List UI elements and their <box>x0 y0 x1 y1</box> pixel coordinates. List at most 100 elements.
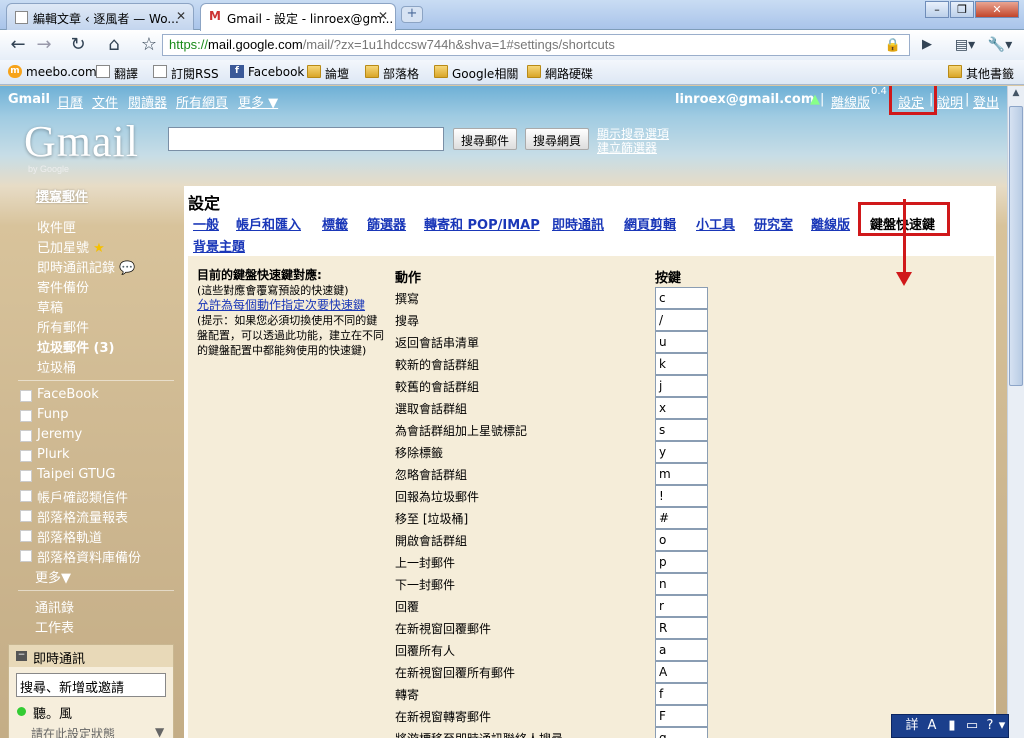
gmail-logo[interactable]: Gmail by Google <box>24 116 139 174</box>
page-scrollbar[interactable]: ▲ <box>1007 86 1024 738</box>
chat-self[interactable]: 聽。風 <box>9 703 173 722</box>
secondary-shortcut-link[interactable]: 允許為每個動作指定次要快速鍵 <box>197 298 385 313</box>
reload-icon[interactable]: ↻ <box>66 34 90 56</box>
tab-web-clips[interactable]: 網頁剪輯 <box>624 214 676 233</box>
minimize-icon[interactable]: – <box>925 1 949 18</box>
contacts-link[interactable]: 通訊錄 <box>35 597 74 616</box>
tab-labels[interactable]: 標籤 <box>322 214 348 233</box>
scroll-up-icon[interactable]: ▲ <box>1009 88 1023 102</box>
tab-forwarding[interactable]: 轉寄和 POP/IMAP <box>424 214 540 233</box>
forward-icon[interactable]: → <box>32 34 56 56</box>
search-mail-button[interactable]: 搜尋郵件 <box>453 128 518 150</box>
sidebar-item-drafts[interactable]: 草稿 <box>37 297 63 316</box>
shortcut-key-input[interactable]: p <box>655 551 708 573</box>
shortcut-key-input[interactable]: u <box>655 331 708 353</box>
ime-width-icon[interactable]: ▮ <box>944 718 960 734</box>
tab-themes[interactable]: 背景主題 <box>193 236 245 255</box>
help-link[interactable]: 說明 <box>937 92 963 111</box>
back-icon[interactable]: ← <box>6 34 30 56</box>
go-icon[interactable]: ▶ <box>915 34 939 56</box>
page-menu-icon[interactable]: ▤▾ <box>950 34 980 56</box>
label-item[interactable]: Taipei GTUG <box>20 467 116 482</box>
label-item[interactable]: 部落格軌道 <box>20 527 102 546</box>
reader-link[interactable]: 閱讀器 <box>128 92 167 111</box>
bookmark-rss[interactable]: 訂閱RSS <box>153 65 219 82</box>
bookmark-folder-blog[interactable]: 部落格 <box>365 65 419 82</box>
shortcut-key-input[interactable]: / <box>655 309 708 331</box>
sidebar-item-trash[interactable]: 垃圾桶 <box>37 357 76 376</box>
shortcut-key-input[interactable]: F <box>655 705 708 727</box>
tasks-link[interactable]: 工作表 <box>35 617 74 636</box>
ime-alpha-icon[interactable]: A <box>924 718 940 734</box>
shortcut-key-input[interactable]: n <box>655 573 708 595</box>
home-icon[interactable]: ⌂ <box>102 34 126 56</box>
wrench-menu-icon[interactable]: 🔧▾ <box>985 34 1015 56</box>
sidebar-item-starred[interactable]: 已加星號 ★ <box>37 237 105 256</box>
bookmark-translate[interactable]: 翻譯 <box>96 65 138 82</box>
bookmark-folder-google[interactable]: Google相關 <box>434 65 518 82</box>
tab-gadgets[interactable]: 小工具 <box>696 214 735 233</box>
docs-link[interactable]: 文件 <box>92 92 118 111</box>
shortcut-key-input[interactable]: q <box>655 727 708 738</box>
new-tab-button[interactable]: + <box>401 6 423 23</box>
ime-menu-icon[interactable]: ▾ <box>996 718 1008 734</box>
shortcut-key-input[interactable]: # <box>655 507 708 529</box>
tab-accounts[interactable]: 帳戶和匯入 <box>236 214 301 233</box>
shortcut-key-input[interactable]: r <box>655 595 708 617</box>
sidebar-item-all-mail[interactable]: 所有郵件 <box>37 317 89 336</box>
bookmark-folder-drive[interactable]: 網路硬碟 <box>527 65 593 82</box>
address-bar[interactable]: https://mail.google.com/mail/?zx=1u1hdcc… <box>162 34 910 56</box>
more-labels-link[interactable]: 更多▼ <box>35 567 71 586</box>
maximize-icon[interactable]: ❐ <box>950 1 974 18</box>
shortcut-key-input[interactable]: s <box>655 419 708 441</box>
bookmark-star-icon[interactable]: ☆ <box>137 34 161 56</box>
calendar-link[interactable]: 日曆 <box>57 92 83 111</box>
logout-link[interactable]: 登出 <box>973 92 999 111</box>
ime-mode-icon[interactable]: 詳 <box>904 718 920 734</box>
label-item[interactable]: FaceBook <box>20 387 99 402</box>
compose-link[interactable]: 撰寫郵件 <box>36 186 88 205</box>
label-item[interactable]: Jeremy <box>20 427 82 442</box>
label-item[interactable]: Funp <box>20 407 69 422</box>
browser-tab-blog[interactable]: 編輯文章 ‹ 逐風者 — Wo... ✕ <box>6 3 194 30</box>
sidebar-item-spam[interactable]: 垃圾郵件 (3) <box>37 337 114 356</box>
chat-status-field[interactable]: 請在此設定狀態 ▼ <box>9 725 173 738</box>
more-link[interactable]: 更多 ▼ <box>238 92 278 111</box>
browser-tab-gmail[interactable]: M Gmail - 設定 - linroex@gm... ✕ <box>200 3 396 31</box>
tab-filters[interactable]: 篩選器 <box>367 214 406 233</box>
bookmark-meebo[interactable]: m meebo.com <box>8 65 97 79</box>
search-input[interactable] <box>168 127 444 151</box>
collapse-icon[interactable]: − <box>16 651 27 661</box>
bookmark-facebook[interactable]: f Facebook <box>230 65 304 79</box>
shortcut-key-input[interactable]: j <box>655 375 708 397</box>
offline-link[interactable]: 離線版 <box>831 92 870 111</box>
other-bookmarks[interactable]: 其他書籤 <box>948 65 1014 82</box>
label-item[interactable]: Plurk <box>20 447 70 462</box>
shortcut-key-input[interactable]: y <box>655 441 708 463</box>
shortcut-key-input[interactable]: x <box>655 397 708 419</box>
shortcut-key-input[interactable]: o <box>655 529 708 551</box>
shortcut-key-input[interactable]: A <box>655 661 708 683</box>
shortcut-key-input[interactable]: m <box>655 463 708 485</box>
shortcut-key-input[interactable]: R <box>655 617 708 639</box>
bookmark-folder-forum[interactable]: 論壇 <box>307 65 349 82</box>
label-item[interactable]: 部落格流量報表 <box>20 507 128 526</box>
label-item[interactable]: 部落格資料庫備份 <box>20 547 141 566</box>
sidebar-item-sent[interactable]: 寄件備份 <box>37 277 89 296</box>
sidebar-item-inbox[interactable]: 收件匣 <box>37 217 76 236</box>
web-link[interactable]: 所有網頁 <box>176 92 228 111</box>
close-tab-icon[interactable]: ✕ <box>176 9 186 23</box>
tab-offline[interactable]: 離線版 <box>811 214 850 233</box>
chat-header[interactable]: − 即時通訊 <box>9 645 173 667</box>
shortcut-key-input[interactable]: c <box>655 287 708 309</box>
tab-chat[interactable]: 即時通訊 <box>552 214 604 233</box>
label-item[interactable]: 帳戶確認類信件 <box>20 487 128 506</box>
ime-keyboard-icon[interactable]: ▭ <box>964 718 980 734</box>
search-web-button[interactable]: 搜尋網頁 <box>525 128 590 150</box>
shortcut-key-input[interactable]: a <box>655 639 708 661</box>
tab-labs[interactable]: 研究室 <box>754 214 793 233</box>
shortcut-key-input[interactable]: f <box>655 683 708 705</box>
chat-search-input[interactable]: 搜尋、新增或邀請 <box>16 673 166 697</box>
shortcut-key-input[interactable]: ! <box>655 485 708 507</box>
close-window-icon[interactable]: ✕ <box>975 1 1019 18</box>
